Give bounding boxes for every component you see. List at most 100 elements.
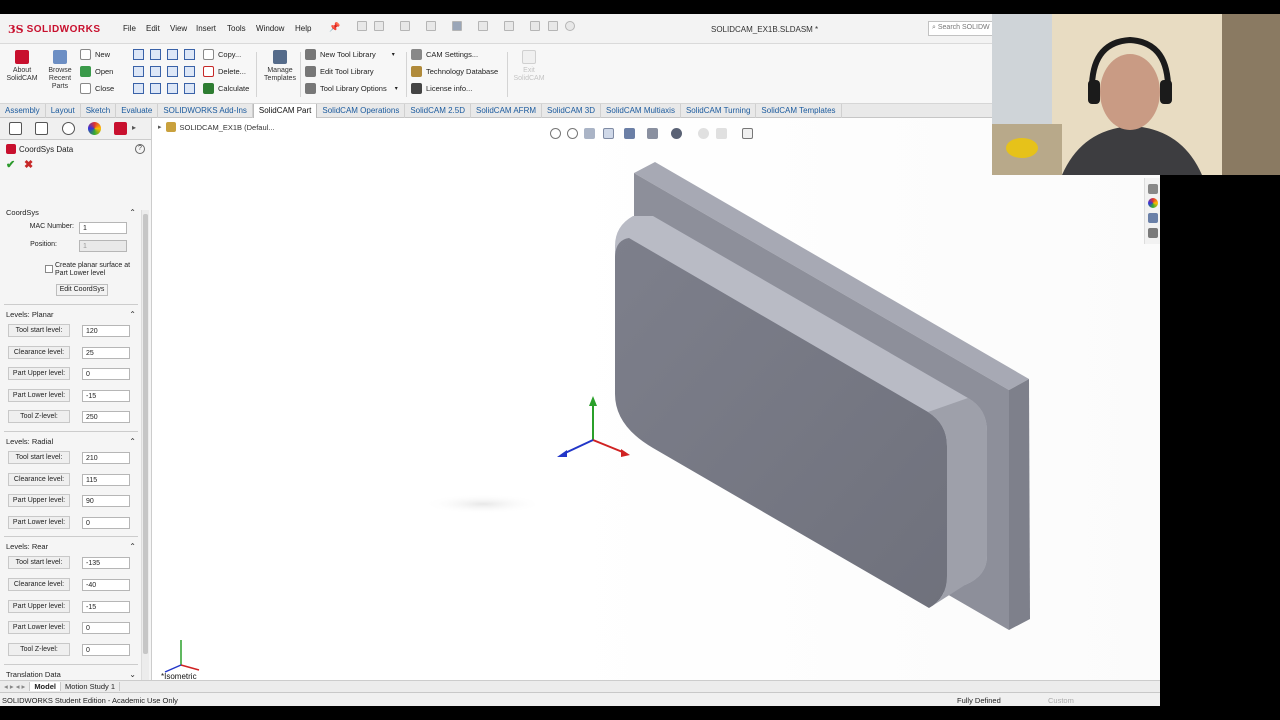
exit-solidcam-button[interactable]: Exit SolidCAM [512, 50, 546, 83]
tab-solidworks-addins[interactable]: SOLIDWORKS Add-Ins [158, 104, 253, 118]
tab-model[interactable]: Model [30, 682, 61, 691]
planar-part-upper-button[interactable]: Part Upper level: [8, 367, 70, 380]
new-doc-icon[interactable] [374, 21, 384, 31]
tab-scroll-icon[interactable]: ◂ ▸ ◂ ▸ [0, 682, 31, 691]
planar-part-lower-button[interactable]: Part Lower level: [8, 389, 70, 402]
about-solidcam-button[interactable]: About SolidCAM [6, 50, 38, 83]
tab-solidcam-templates[interactable]: SolidCAM Templates [756, 104, 842, 118]
tab-assembly[interactable]: Assembly [0, 104, 46, 118]
search-input[interactable]: ⌕ Search SOLIDW [928, 21, 998, 36]
view-icon-5[interactable] [133, 66, 144, 77]
tab-solidcam-afrm[interactable]: SolidCAM AFRM [471, 104, 543, 118]
calculate-button[interactable]: Calculate [203, 83, 249, 94]
view-icon-4[interactable] [184, 49, 195, 60]
more-tabs-icon[interactable]: ▸ [132, 123, 136, 132]
rear-clearance-button[interactable]: Clearance level: [8, 578, 70, 591]
tab-layout[interactable]: Layout [46, 104, 81, 118]
tab-solidcam-multiaxis[interactable]: SolidCAM Multiaxis [601, 104, 681, 118]
copy-button[interactable]: Copy... [203, 49, 241, 60]
tab-motion-study[interactable]: Motion Study 1 [61, 682, 121, 691]
view-icon-1[interactable] [133, 49, 144, 60]
solidworks-logo[interactable]: 3S SOLIDWORKS [8, 20, 101, 38]
planar-section-header[interactable]: Levels: Planar ⌃ [6, 310, 136, 319]
tab-evaluate[interactable]: Evaluate [116, 104, 159, 118]
tab-solidcam-turning[interactable]: SolidCAM Turning [681, 104, 757, 118]
rear-tool-z-button[interactable]: Tool Z-level: [8, 643, 70, 656]
resources-icon[interactable] [1148, 184, 1158, 194]
rear-part-lower-button[interactable]: Part Lower level: [8, 621, 70, 634]
rear-clearance-field[interactable]: -40 [82, 579, 130, 591]
view-icon-10[interactable] [150, 83, 161, 94]
radial-part-lower-button[interactable]: Part Lower level: [8, 516, 70, 529]
menu-help[interactable]: Help [295, 24, 311, 33]
options-gear-icon[interactable] [565, 21, 575, 31]
rear-tool-z-field[interactable]: 0 [82, 644, 130, 656]
radial-part-upper-field[interactable]: 90 [82, 495, 130, 507]
rear-part-upper-field[interactable]: -15 [82, 601, 130, 613]
part-model[interactable] [153, 118, 1160, 688]
planar-clearance-button[interactable]: Clearance level: [8, 346, 70, 359]
planar-surface-checkbox[interactable] [45, 265, 53, 273]
mac-number-field[interactable]: 1 [79, 222, 127, 234]
pin-icon[interactable]: 📌 [329, 22, 340, 33]
menu-file[interactable]: File [123, 24, 136, 33]
radial-tool-start-button[interactable]: Tool start level: [8, 451, 70, 464]
configuration-icon[interactable] [62, 122, 75, 135]
print-icon[interactable] [452, 21, 462, 31]
planar-tool-start-field[interactable]: 120 [82, 325, 130, 337]
rear-part-lower-field[interactable]: 0 [82, 622, 130, 634]
tab-solidcam-part[interactable]: SolidCAM Part [252, 104, 318, 118]
planar-tool-z-button[interactable]: Tool Z-level: [8, 410, 70, 423]
menu-window[interactable]: Window [256, 24, 284, 33]
coordsys-section-header[interactable]: CoordSys ⌃ [6, 208, 136, 217]
home-icon[interactable] [357, 21, 367, 31]
undo-icon[interactable] [478, 21, 488, 31]
units-selector[interactable]: Custom [1048, 696, 1074, 705]
view-icon-2[interactable] [150, 49, 161, 60]
rear-section-header[interactable]: Levels: Rear ⌃ [6, 542, 136, 551]
ok-button[interactable]: ✔ [6, 158, 15, 171]
tab-sketch[interactable]: Sketch [81, 104, 117, 118]
dropdown-icon[interactable]: ▾ [392, 51, 395, 58]
edit-tool-library-button[interactable]: Edit Tool Library [305, 66, 374, 77]
view-icon-8[interactable] [184, 66, 195, 77]
planar-clearance-field[interactable]: 25 [82, 347, 130, 359]
expand-icon[interactable]: ⌄ [129, 670, 136, 679]
tab-solidcam-25d[interactable]: SolidCAM 2.5D [405, 104, 471, 118]
planar-tool-z-field[interactable]: 250 [82, 411, 130, 423]
menu-view[interactable]: View [170, 24, 187, 33]
view-icon-7[interactable] [167, 66, 178, 77]
new-tool-library-button[interactable]: New Tool Library ▾ [305, 49, 395, 60]
rear-part-upper-button[interactable]: Part Upper level: [8, 600, 70, 613]
license-info-button[interactable]: License info... [411, 83, 472, 94]
help-icon[interactable]: ? [135, 144, 145, 154]
radial-clearance-button[interactable]: Clearance level: [8, 473, 70, 486]
technology-database-button[interactable]: Technology Database [411, 66, 498, 77]
view-icon-3[interactable] [167, 49, 178, 60]
menu-insert[interactable]: Insert [196, 24, 216, 33]
radial-part-upper-button[interactable]: Part Upper level: [8, 494, 70, 507]
new-button[interactable]: New [80, 49, 110, 60]
view-icon-11[interactable] [167, 83, 178, 94]
select-icon[interactable] [504, 21, 514, 31]
planar-part-upper-field[interactable]: 0 [82, 368, 130, 380]
menu-edit[interactable]: Edit [146, 24, 160, 33]
menu-tools[interactable]: Tools [227, 24, 246, 33]
appearance-icon[interactable] [88, 122, 101, 135]
manage-templates-button[interactable]: Manage Templates [261, 50, 299, 83]
tab-solidcam-operations[interactable]: SolidCAM Operations [317, 104, 406, 118]
tab-solidcam-3d[interactable]: SolidCAM 3D [542, 104, 602, 118]
translation-section-header[interactable]: Translation Data ⌄ [6, 670, 136, 679]
browse-recent-parts-button[interactable]: Browse Recent Parts [45, 50, 75, 91]
save-icon[interactable] [426, 21, 436, 31]
graphics-area[interactable]: ▸ SOLIDCAM_EX1B (Defaul... *Isometric [153, 118, 1160, 688]
radial-tool-start-field[interactable]: 210 [82, 452, 130, 464]
rear-tool-start-button[interactable]: Tool start level: [8, 556, 70, 569]
solidcam-manager-icon[interactable] [114, 122, 127, 135]
appearances-icon[interactable] [1148, 198, 1158, 208]
pm-scroll-thumb[interactable] [143, 214, 148, 654]
open-button[interactable]: Open [80, 66, 113, 77]
view-icon-12[interactable] [184, 83, 195, 94]
radial-clearance-field[interactable]: 115 [82, 474, 130, 486]
view-icon-6[interactable] [150, 66, 161, 77]
